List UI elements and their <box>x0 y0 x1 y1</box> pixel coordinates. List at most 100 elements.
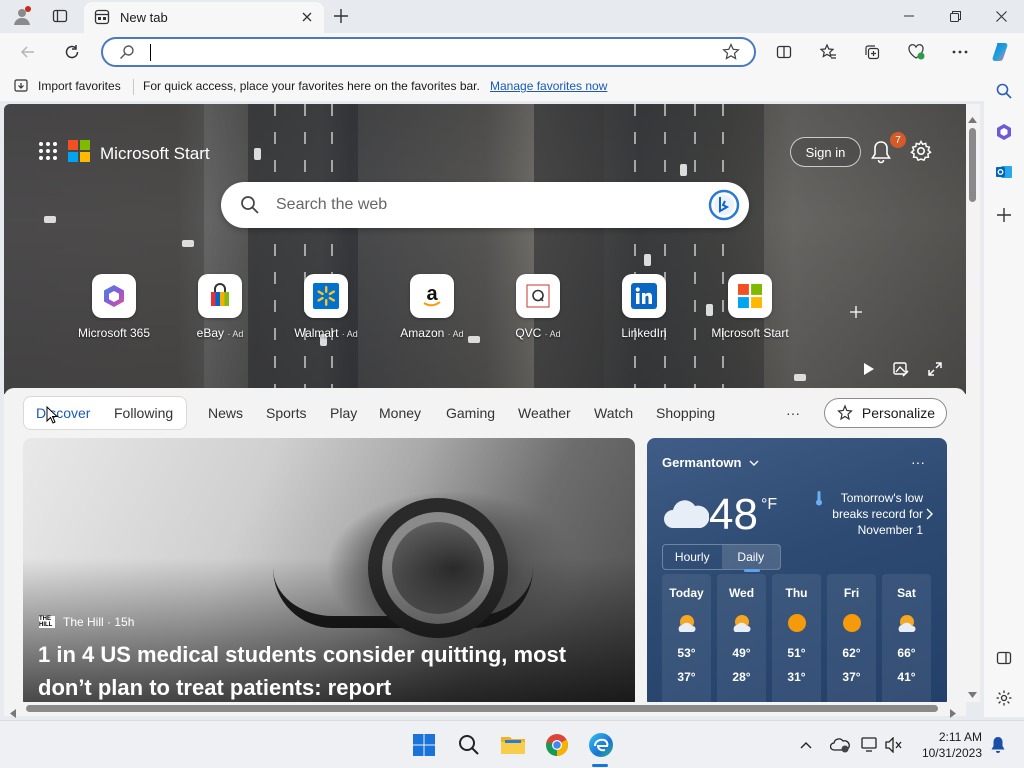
article-headline[interactable]: 1 in 4 US medical students consider quit… <box>38 638 618 702</box>
close-tab-icon[interactable] <box>298 8 316 26</box>
tab-actions-icon[interactable] <box>47 4 73 28</box>
article-source[interactable]: THE HILL The Hill · 15h <box>39 615 134 629</box>
minimize-button[interactable] <box>886 0 932 32</box>
refresh-button[interactable] <box>58 38 86 66</box>
scroll-down-icon[interactable] <box>968 685 977 703</box>
file-explorer-icon[interactable] <box>499 731 527 759</box>
scroll-up-icon[interactable] <box>968 110 977 128</box>
microsoft-365-icon[interactable] <box>990 118 1018 146</box>
favorite-star-icon[interactable] <box>722 43 740 66</box>
tab-money[interactable]: Money <box>379 405 421 421</box>
sign-in-button[interactable]: Sign in <box>790 137 861 167</box>
volume-muted-icon[interactable] <box>880 731 908 759</box>
tab-sports[interactable]: Sports <box>266 405 306 421</box>
quick-link-linkedin[interactable]: LinkedIn <box>596 274 692 340</box>
tab-weather[interactable]: Weather <box>518 405 571 421</box>
web-search-input[interactable]: Search the web <box>276 196 387 214</box>
back-button[interactable] <box>14 38 42 66</box>
forecast-day[interactable]: Fri 62° 37° <box>827 574 876 702</box>
weather-more-button[interactable]: ··· <box>911 454 925 470</box>
weather-alert[interactable]: Tomorrow's low breaks record for Novembe… <box>815 490 923 538</box>
quick-link-ebay[interactable]: eBay · Ad <box>172 274 268 340</box>
temperature-unit[interactable]: °F <box>761 496 777 514</box>
edge-sidebar <box>984 71 1024 717</box>
chevron-right-icon[interactable] <box>926 507 933 525</box>
vertical-scroll-thumb[interactable] <box>969 128 976 202</box>
new-tab-button[interactable] <box>328 4 354 28</box>
bing-chat-icon[interactable] <box>708 189 740 226</box>
expand-icon[interactable] <box>926 360 944 378</box>
vertical-scrollbar[interactable] <box>966 104 980 702</box>
quick-link-walmart[interactable]: Walmart · Ad <box>278 274 374 340</box>
outlook-icon[interactable] <box>990 158 1018 186</box>
active-app-indicator <box>592 764 608 767</box>
microsoft-logo-icon <box>68 140 90 167</box>
profile-icon[interactable] <box>9 4 35 28</box>
quick-link-amazon[interactable]: a Amazon · Ad <box>384 274 480 340</box>
add-quick-link-icon[interactable] <box>850 305 862 323</box>
high-temp: 53° <box>677 646 696 660</box>
ad-label: · Ad <box>447 329 464 339</box>
show-hidden-icons[interactable] <box>792 731 820 759</box>
quick-link-microsoft-365[interactable]: Microsoft 365 <box>66 274 162 340</box>
browser-essentials-icon[interactable] <box>902 38 930 66</box>
close-window-button[interactable] <box>978 0 1024 32</box>
system-clock[interactable]: 2:11 AM 10/31/2023 <box>918 729 982 761</box>
chrome-icon[interactable] <box>543 731 571 759</box>
address-input[interactable] <box>150 44 151 61</box>
manage-favorites-link[interactable]: Manage favorites now <box>490 79 607 93</box>
page-settings-icon[interactable] <box>910 140 932 167</box>
image-info-icon[interactable] <box>892 360 910 378</box>
app-launcher-icon[interactable] <box>38 141 58 166</box>
personalize-button[interactable]: Personalize <box>824 398 947 428</box>
notification-count-badge: 7 <box>890 132 906 148</box>
forecast-day[interactable]: Sat 66° 41° <box>882 574 931 702</box>
split-screen-icon[interactable] <box>770 38 798 66</box>
edge-icon[interactable] <box>587 731 615 759</box>
microsoft-start-brand[interactable]: Microsoft Start <box>38 140 210 167</box>
settings-more-icon[interactable] <box>946 38 974 66</box>
copilot-icon[interactable] <box>988 38 1016 66</box>
restore-button[interactable] <box>932 0 978 32</box>
forecast-day[interactable]: Wed 49° 28° <box>717 574 766 702</box>
tab-news[interactable]: News <box>208 405 243 421</box>
horizontal-scrollbar[interactable] <box>4 702 966 718</box>
web-search-box[interactable]: Search the web <box>221 182 749 228</box>
tab-gaming[interactable]: Gaming <box>446 405 495 421</box>
forecast-day[interactable]: Today 53° 37° <box>662 574 711 702</box>
tab-discover[interactable]: Discover <box>36 405 90 421</box>
tab-play[interactable]: Play <box>330 405 357 421</box>
onedrive-icon[interactable] <box>826 731 854 759</box>
notifications-bell-icon[interactable] <box>984 731 1012 759</box>
weather-card[interactable]: Germantown ··· 48 °F Tomorrow's low brea… <box>647 438 947 702</box>
sidebar-search-icon[interactable] <box>990 77 1018 105</box>
play-background-icon[interactable] <box>860 360 878 378</box>
hide-sidebar-icon[interactable] <box>990 644 1018 672</box>
forecast-day[interactable]: Thu 51° 31° <box>772 574 821 702</box>
windows-start-icon[interactable] <box>410 731 438 759</box>
favorites-icon[interactable] <box>814 38 842 66</box>
add-sidebar-app-icon[interactable] <box>990 201 1018 229</box>
horizontal-scroll-thumb[interactable] <box>26 705 938 712</box>
notifications-button[interactable]: 7 <box>870 132 906 164</box>
news-card[interactable]: THE HILL The Hill · 15h 1 in 4 US medica… <box>23 438 635 702</box>
collections-icon[interactable] <box>858 38 886 66</box>
import-favorites-button[interactable]: Import favorites <box>14 79 121 93</box>
quick-link-qvc[interactable]: QVC · Ad <box>490 274 586 340</box>
day-name: Sat <box>897 586 916 600</box>
hourly-toggle[interactable]: Hourly <box>663 545 722 569</box>
quick-link-label: Microsoft Start <box>711 326 789 340</box>
tab-watch[interactable]: Watch <box>594 405 633 421</box>
windows-taskbar: 2:11 AM 10/31/2023 <box>0 720 1024 768</box>
more-tabs-button[interactable]: ··· <box>786 405 800 421</box>
current-temperature: 48 <box>709 490 758 539</box>
taskbar-search-icon[interactable] <box>455 731 483 759</box>
sidebar-settings-icon[interactable] <box>990 684 1018 712</box>
address-bar[interactable] <box>101 37 756 67</box>
tab-shopping[interactable]: Shopping <box>656 405 715 421</box>
quick-link-microsoft-start[interactable]: Microsoft Start <box>702 274 798 340</box>
tab-following[interactable]: Following <box>114 405 173 421</box>
weather-location-selector[interactable]: Germantown <box>662 455 759 470</box>
tab-new-tab[interactable]: New tab <box>84 2 324 33</box>
daily-toggle[interactable]: Daily <box>721 545 780 572</box>
